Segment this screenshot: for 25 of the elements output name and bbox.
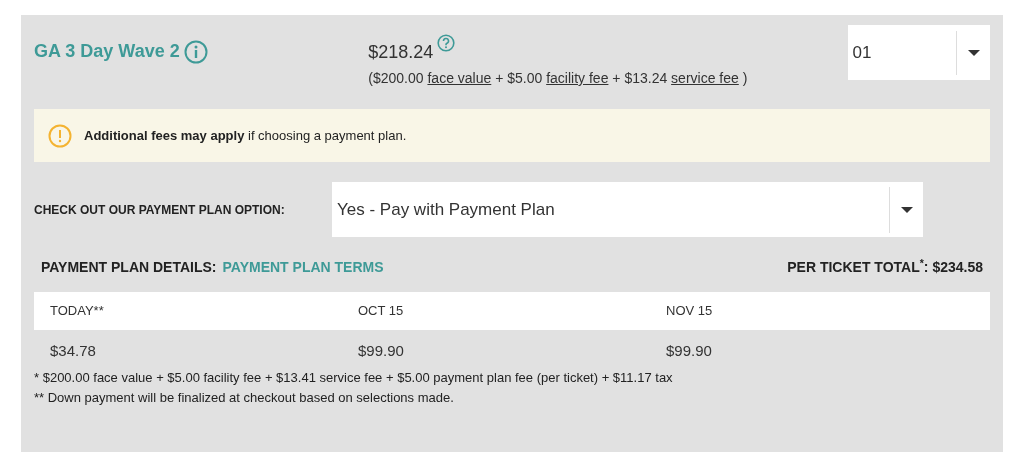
ticket-price: $218.24 xyxy=(368,41,434,64)
warning-icon xyxy=(48,123,72,148)
footnote: * $200.00 face value + $5.00 facility fee + $13.41 service fee + $5.00 payment plan fee (per ticket) + $11.17 tax xyxy=(34,369,674,387)
fee-link[interactable]: face value xyxy=(427,70,492,86)
schedule-date: NOV 15 xyxy=(666,302,714,321)
fee-breakdown: ($200.00 face value + $5.00 facility fee + $13.24 service fee ) xyxy=(368,69,749,88)
caret-icon xyxy=(967,49,980,56)
ticket-name: GA 3 Day Wave 2 xyxy=(34,40,180,63)
per-ticket-total: PER TICKET TOTAL$^{*}$: $234.58 xyxy=(787,257,983,277)
fee-link[interactable]: facility fee xyxy=(546,70,609,86)
quantity-select[interactable]: 01 xyxy=(848,25,990,80)
footnote: ** Down payment will be finalized at checkout based on selections made. xyxy=(34,389,455,407)
schedule-amount: $34.78 xyxy=(50,340,97,361)
fee-link[interactable]: service fee xyxy=(671,70,739,86)
schedule-amount: $99.90 xyxy=(666,340,713,361)
payment-plan-label: CHECK OUT OUR PAYMENT PLAN OPTION: xyxy=(34,201,286,219)
help-icon[interactable] xyxy=(437,34,456,52)
notice-text: Additional fees may apply if choosing a payment plan. xyxy=(84,126,407,145)
schedule-date: OCT 15 xyxy=(358,302,405,321)
caret-icon xyxy=(900,206,913,213)
schedule-amount: $99.90 xyxy=(358,340,405,361)
payment-plan-select[interactable]: Yes - Pay with Payment Plan xyxy=(332,182,923,237)
details-label: PAYMENT PLAN DETAILS: xyxy=(41,258,217,277)
schedule-date: TODAY** xyxy=(50,302,105,321)
info-icon[interactable] xyxy=(183,39,208,64)
